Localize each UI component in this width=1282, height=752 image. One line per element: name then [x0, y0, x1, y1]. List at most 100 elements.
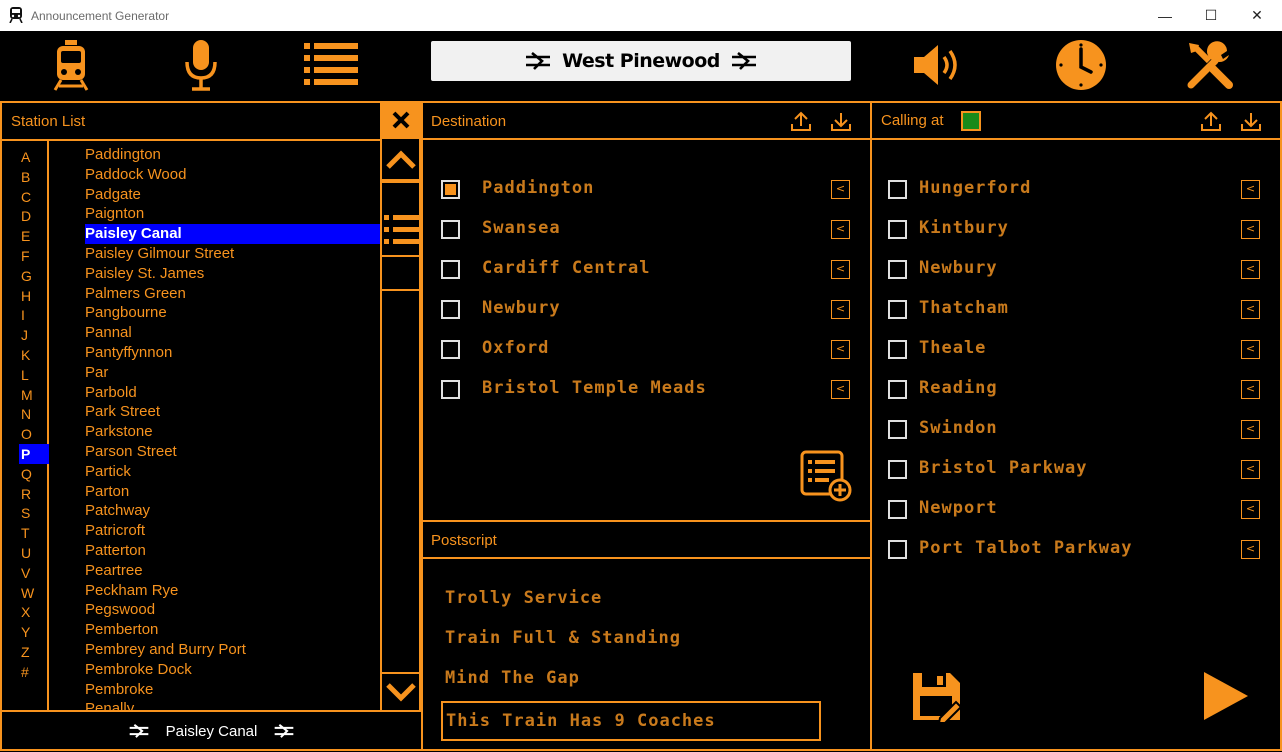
calling-at-checkbox[interactable]	[888, 540, 907, 559]
destination-checkbox[interactable]	[441, 300, 460, 319]
letter-index-item[interactable]: K	[19, 345, 49, 365]
scrollbar-thumb[interactable]	[382, 181, 419, 291]
letter-index-item[interactable]: Z	[19, 642, 49, 662]
remove-destination-button[interactable]: <	[831, 300, 850, 319]
letter-index-item[interactable]: F	[19, 246, 49, 266]
station-list-item[interactable]: Palmers Green	[85, 284, 380, 304]
station-list-item[interactable]: Patterton	[85, 541, 380, 561]
station-list-item[interactable]: Pembrey and Burry Port	[85, 640, 380, 660]
letter-index-item[interactable]: X	[19, 602, 49, 622]
letter-index-item[interactable]: G	[19, 266, 49, 286]
station-list-item[interactable]: Parbold	[85, 383, 380, 403]
letter-index-item[interactable]: R	[19, 484, 49, 504]
letter-index-item[interactable]: O	[19, 424, 49, 444]
station-list-item[interactable]: Paisley St. James	[85, 264, 380, 284]
station-list-item[interactable]: Patchway	[85, 501, 380, 521]
letter-index-item[interactable]: A	[19, 147, 49, 167]
download-icon[interactable]	[1240, 110, 1262, 132]
calling-at-checkbox[interactable]	[888, 380, 907, 399]
letter-index-item[interactable]: S	[19, 503, 49, 523]
upload-icon[interactable]	[790, 110, 812, 132]
letter-index-item[interactable]: N	[19, 404, 49, 424]
download-icon[interactable]	[830, 110, 852, 132]
station-list-item[interactable]: Partick	[85, 462, 380, 482]
destination-checkbox[interactable]	[441, 260, 460, 279]
station-list-item[interactable]: Pembroke	[85, 680, 380, 700]
station-list-item[interactable]: Parton	[85, 482, 380, 502]
letter-index-item[interactable]: B	[19, 167, 49, 187]
calling-at-checkbox[interactable]	[888, 300, 907, 319]
volume-button[interactable]	[908, 37, 970, 93]
station-list-item[interactable]: Peartree	[85, 561, 380, 581]
calling-at-checkbox[interactable]	[888, 500, 907, 519]
remove-calling-point-button[interactable]: <	[1241, 340, 1260, 359]
remove-destination-button[interactable]: <	[831, 180, 850, 199]
letter-index-item[interactable]: T	[19, 523, 49, 543]
station-list-item[interactable]: Parkstone	[85, 422, 380, 442]
letter-index-item[interactable]: H	[19, 286, 49, 306]
station-list-item[interactable]: Pemberton	[85, 620, 380, 640]
letter-index-item[interactable]: L	[19, 365, 49, 385]
station-list-item[interactable]: Penally	[85, 699, 380, 710]
play-icon[interactable]	[1202, 670, 1250, 722]
calling-at-checkbox[interactable]	[888, 260, 907, 279]
train-button[interactable]	[40, 37, 102, 93]
close-window-button[interactable]: ✕	[1234, 0, 1280, 31]
letter-index-item[interactable]: I	[19, 305, 49, 325]
calling-at-checkbox[interactable]	[888, 180, 907, 199]
letter-index-item[interactable]: C	[19, 187, 49, 207]
station-list-item[interactable]: Paddington	[85, 145, 380, 165]
destination-checkbox[interactable]	[441, 380, 460, 399]
letter-index-item[interactable]: Q	[19, 464, 49, 484]
calling-at-checkbox[interactable]	[888, 220, 907, 239]
add-to-list-icon[interactable]	[800, 450, 852, 502]
letter-index-item[interactable]: W	[19, 583, 49, 603]
coaches-input[interactable]: This Train Has 9 Coaches	[441, 701, 821, 741]
scroll-down-button[interactable]	[382, 672, 419, 710]
remove-calling-point-button[interactable]: <	[1241, 500, 1260, 519]
destination-checkbox[interactable]	[441, 220, 460, 239]
remove-calling-point-button[interactable]: <	[1241, 180, 1260, 199]
station-list-item[interactable]: Patricroft	[85, 521, 380, 541]
remove-calling-point-button[interactable]: <	[1241, 460, 1260, 479]
letter-index-item[interactable]: V	[19, 563, 49, 583]
calling-at-checkbox[interactable]	[888, 340, 907, 359]
calling-at-indicator[interactable]	[961, 111, 981, 131]
letter-index-item[interactable]: J	[19, 325, 49, 345]
station-list[interactable]: Paddington Paddock Wood Padgate Paignton Pai…	[50, 140, 380, 710]
destination-checkbox[interactable]	[441, 180, 460, 199]
station-list-item[interactable]: Padgate	[85, 185, 380, 205]
calling-at-checkbox[interactable]	[888, 420, 907, 439]
settings-button[interactable]	[1180, 37, 1242, 93]
letter-index-item[interactable]: E	[19, 226, 49, 246]
station-list-item[interactable]: Peckham Rye	[85, 581, 380, 601]
remove-calling-point-button[interactable]: <	[1241, 540, 1260, 559]
remove-destination-button[interactable]: <	[831, 260, 850, 279]
minimize-button[interactable]: —	[1142, 0, 1188, 31]
remove-destination-button[interactable]: <	[831, 220, 850, 239]
remove-calling-point-button[interactable]: <	[1241, 220, 1260, 239]
station-list-item[interactable]: Pangbourne	[85, 303, 380, 323]
station-list-item[interactable]: Pantyffynnon	[85, 343, 380, 363]
list-button[interactable]	[300, 37, 362, 93]
microphone-button[interactable]	[170, 37, 232, 93]
letter-index-item[interactable]: P	[19, 444, 49, 464]
clear-selection-button[interactable]	[380, 101, 421, 139]
postscript-item[interactable]: Mind The Gap	[445, 668, 580, 688]
postscript-item[interactable]: Trolly Service	[445, 588, 602, 608]
station-list-item[interactable]: Paddock Wood	[85, 165, 380, 185]
remove-calling-point-button[interactable]: <	[1241, 420, 1260, 439]
remove-calling-point-button[interactable]: <	[1241, 300, 1260, 319]
letter-index-item[interactable]: M	[19, 385, 49, 405]
letter-index-item[interactable]: Y	[19, 622, 49, 642]
station-list-item[interactable]: Paisley Canal	[85, 224, 380, 245]
upload-icon[interactable]	[1200, 110, 1222, 132]
remove-calling-point-button[interactable]: <	[1241, 380, 1260, 399]
clock-button[interactable]	[1050, 37, 1112, 93]
postscript-item[interactable]: Train Full & Standing	[445, 628, 681, 648]
maximize-button[interactable]: ☐	[1188, 0, 1234, 31]
remove-destination-button[interactable]: <	[831, 340, 850, 359]
save-icon[interactable]	[910, 670, 964, 724]
station-list-item[interactable]: Pembroke Dock	[85, 660, 380, 680]
station-list-item[interactable]: Paisley Gilmour Street	[85, 244, 380, 264]
